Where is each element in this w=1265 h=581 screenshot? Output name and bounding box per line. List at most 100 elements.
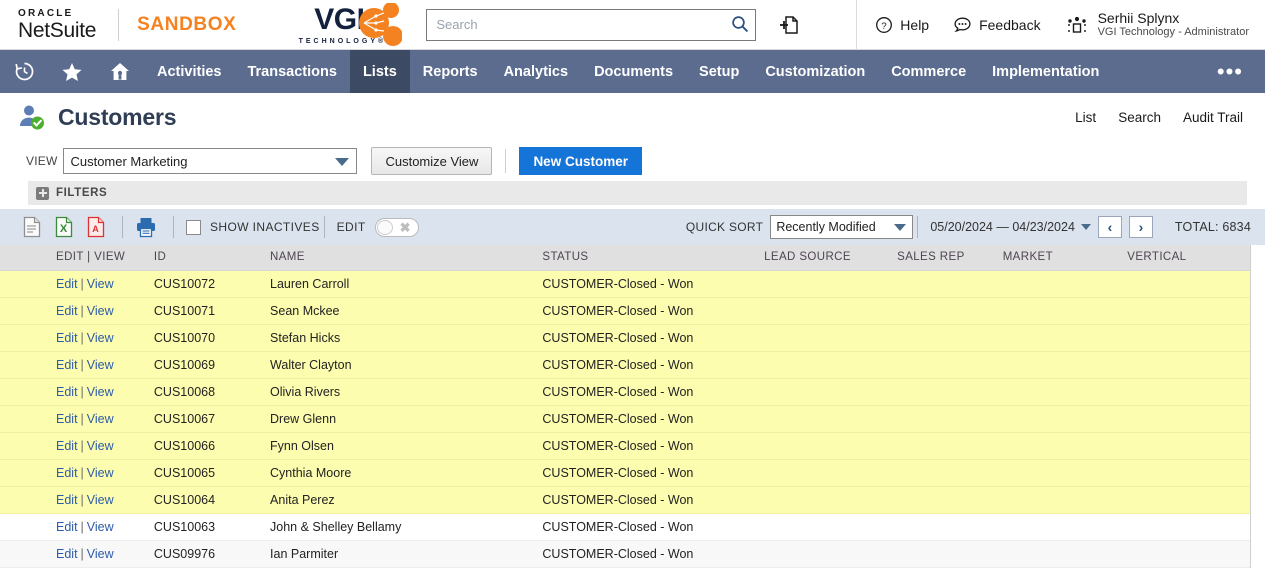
nav-overflow-icon[interactable]: ••• bbox=[1195, 50, 1265, 93]
column-header-sales-rep[interactable]: SALES REP bbox=[893, 245, 999, 271]
edit-link[interactable]: Edit bbox=[56, 304, 78, 318]
view-controls-row: VIEW Customer Marketing Customize View N… bbox=[0, 141, 1265, 181]
column-header-status[interactable]: STATUS bbox=[538, 245, 761, 271]
page-link-search[interactable]: Search bbox=[1118, 110, 1161, 125]
cell-lead-source bbox=[760, 432, 894, 460]
view-link[interactable]: View bbox=[87, 358, 114, 372]
table-row[interactable]: Edit | View CUS09976 Ian Parmiter CUSTOMER-Cl… bbox=[0, 540, 1250, 568]
cell-status: CUSTOMER-Closed - Won bbox=[538, 459, 761, 487]
edit-link[interactable]: Edit bbox=[56, 520, 78, 534]
edit-link[interactable]: Edit bbox=[56, 412, 78, 426]
nav-item-transactions[interactable]: Transactions bbox=[234, 50, 349, 93]
table-row[interactable]: Edit | View CUS10064 Anita Perez CUSTOMER-Clo… bbox=[0, 486, 1250, 514]
action-separator: | bbox=[80, 303, 84, 318]
table-row[interactable]: Edit | View CUS10066 Fynn Olsen CUSTOMER-Clos… bbox=[0, 432, 1250, 460]
recent-records-icon[interactable] bbox=[0, 50, 48, 93]
view-link[interactable]: View bbox=[87, 331, 114, 345]
export-csv-icon[interactable] bbox=[22, 216, 42, 238]
table-row[interactable]: Edit | View CUS10063 John & Shelley Bellamy C… bbox=[0, 513, 1250, 541]
create-new-icon[interactable] bbox=[778, 14, 800, 36]
edit-link[interactable]: Edit bbox=[56, 547, 78, 561]
edit-link[interactable]: Edit bbox=[56, 358, 78, 372]
column-header-name[interactable]: NAME bbox=[266, 245, 539, 271]
customers-list-table: EDIT | VIEW ID NAME STATUS LEAD SOURCE S… bbox=[0, 245, 1251, 568]
column-header-id[interactable]: ID bbox=[149, 245, 267, 271]
favorites-star-icon[interactable] bbox=[48, 50, 96, 93]
row-actions-cell: Edit | View bbox=[0, 297, 150, 325]
user-name: Serhii Splynx bbox=[1097, 9, 1180, 26]
header-right-controls: ? Help Feedback Serhii Splynx VGI Techno… bbox=[856, 0, 1265, 50]
table-row[interactable]: Edit | View CUS10071 Sean Mckee CUSTOMER-Clos… bbox=[0, 297, 1250, 325]
next-page-button[interactable]: › bbox=[1128, 216, 1153, 238]
edit-link[interactable]: Edit bbox=[56, 493, 78, 507]
quick-sort-select[interactable]: Recently Modified bbox=[770, 215, 914, 239]
nav-item-commerce[interactable]: Commerce bbox=[878, 50, 979, 93]
new-customer-button[interactable]: New Customer bbox=[519, 147, 642, 175]
view-select[interactable]: Customer Marketing bbox=[63, 148, 358, 174]
cell-name: Ian Parmiter bbox=[266, 540, 539, 568]
nav-item-customization[interactable]: Customization bbox=[752, 50, 878, 93]
table-row[interactable]: Edit | View CUS10070 Stefan Hicks CUSTOMER-Cl… bbox=[0, 324, 1250, 352]
cell-vertical bbox=[1123, 459, 1250, 487]
view-link[interactable]: View bbox=[87, 466, 114, 480]
row-actions-cell: Edit | View bbox=[0, 432, 150, 460]
cell-vertical bbox=[1123, 351, 1250, 379]
page-link-list[interactable]: List bbox=[1075, 110, 1096, 125]
table-row[interactable]: Edit | View CUS10067 Drew Glenn CUSTOMER-Clos… bbox=[0, 405, 1250, 433]
column-header-lead-source[interactable]: LEAD SOURCE bbox=[760, 245, 894, 271]
nav-item-analytics[interactable]: Analytics bbox=[491, 50, 581, 93]
column-header-market[interactable]: MARKET bbox=[998, 245, 1124, 271]
previous-page-button[interactable]: ‹ bbox=[1097, 216, 1122, 238]
table-row[interactable]: Edit | View CUS10069 Walter Clayton CUSTOMER-… bbox=[0, 351, 1250, 379]
show-inactives-checkbox[interactable] bbox=[186, 219, 201, 235]
oracle-netsuite-logo[interactable]: ORACLE NetSuite bbox=[18, 8, 97, 42]
help-link[interactable]: ? Help bbox=[875, 16, 929, 34]
netsuite-wordmark: NetSuite bbox=[18, 18, 97, 42]
edit-link[interactable]: Edit bbox=[56, 385, 78, 399]
user-menu[interactable]: Serhii Splynx VGI Technology - Administr… bbox=[1065, 10, 1249, 39]
nav-item-lists[interactable]: Lists bbox=[349, 50, 410, 93]
cell-id: CUS10067 bbox=[149, 405, 267, 433]
view-link[interactable]: View bbox=[87, 520, 114, 534]
view-link[interactable]: View bbox=[87, 304, 114, 318]
view-link[interactable]: View bbox=[87, 439, 114, 453]
top-header: ORACLE NetSuite SANDBOX VGI TECHNOLOGY® bbox=[0, 0, 1265, 50]
home-icon[interactable] bbox=[96, 50, 144, 93]
nav-item-activities[interactable]: Activities bbox=[144, 50, 234, 93]
edit-link[interactable]: Edit bbox=[56, 439, 78, 453]
page-link-audit-trail[interactable]: Audit Trail bbox=[1183, 110, 1243, 125]
cell-lead-source bbox=[760, 405, 894, 433]
help-label: Help bbox=[900, 16, 930, 33]
edit-link[interactable]: Edit bbox=[56, 277, 78, 291]
column-header-vertical[interactable]: VERTICAL bbox=[1123, 245, 1250, 271]
export-pdf-icon[interactable]: A bbox=[86, 216, 106, 238]
view-link[interactable]: View bbox=[87, 493, 114, 507]
search-input[interactable] bbox=[426, 8, 757, 41]
table-row[interactable]: Edit | View CUS10072 Lauren Carroll CUSTOMER-… bbox=[0, 270, 1250, 298]
view-link[interactable]: View bbox=[87, 412, 114, 426]
view-link[interactable]: View bbox=[87, 547, 114, 561]
print-icon[interactable] bbox=[135, 216, 157, 238]
feedback-link[interactable]: Feedback bbox=[953, 16, 1041, 34]
cell-vertical bbox=[1123, 486, 1250, 514]
nav-item-setup[interactable]: Setup bbox=[686, 50, 752, 93]
table-row[interactable]: Edit | View CUS10068 Olivia Rivers CUSTOMER-C… bbox=[0, 378, 1250, 406]
export-excel-icon[interactable]: X bbox=[54, 216, 74, 238]
cell-lead-source bbox=[760, 378, 894, 406]
nav-item-documents[interactable]: Documents bbox=[581, 50, 686, 93]
view-link[interactable]: View bbox=[87, 277, 114, 291]
edit-link[interactable]: Edit bbox=[56, 466, 78, 480]
view-link[interactable]: View bbox=[87, 385, 114, 399]
date-range-selector[interactable]: 05/20/2024 — 04/23/2024 bbox=[930, 220, 1091, 234]
column-header-edit-view[interactable]: EDIT | VIEW bbox=[0, 245, 150, 271]
edit-link[interactable]: Edit bbox=[56, 331, 78, 345]
nav-item-reports[interactable]: Reports bbox=[410, 50, 491, 93]
filters-toggle[interactable]: FILTERS bbox=[28, 181, 1247, 205]
search-icon[interactable] bbox=[731, 15, 749, 38]
chevron-down-icon bbox=[1080, 224, 1091, 230]
table-row[interactable]: Edit | View CUS10065 Cynthia Moore CUSTOMER-C… bbox=[0, 459, 1250, 487]
nav-item-implementation[interactable]: Implementation bbox=[979, 50, 1112, 93]
cell-id: CUS10071 bbox=[149, 297, 267, 325]
customize-view-button[interactable]: Customize View bbox=[371, 147, 493, 175]
edit-mode-toggle[interactable]: ✖ bbox=[374, 217, 419, 237]
